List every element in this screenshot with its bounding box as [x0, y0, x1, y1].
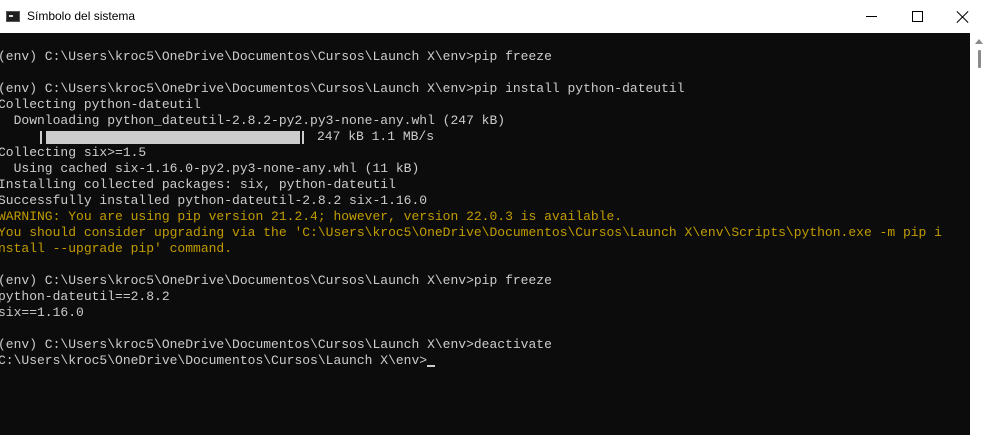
- console-line: Successfully installed python-dateutil-2…: [0, 193, 428, 208]
- console-line: (env) C:\Users\kroc5\OneDrive\Documentos…: [0, 81, 685, 96]
- console-line: Downloading python_dateutil-2.8.2-py2.py…: [0, 113, 506, 128]
- vertical-scrollbar[interactable]: [970, 33, 988, 435]
- minimize-button[interactable]: [848, 0, 894, 33]
- close-button[interactable]: [940, 0, 986, 33]
- console-line: python-dateutil==2.8.2: [0, 289, 170, 304]
- console-line: (env) C:\Users\kroc5\OneDrive\Documentos…: [0, 337, 552, 352]
- close-icon: [957, 11, 969, 23]
- command-prompt-window: Símbolo del sistema (env) C:\Users\kroc5…: [0, 0, 988, 435]
- minimize-icon: [865, 16, 877, 17]
- progress-text: 247 kB 1.1 MB/s: [317, 129, 435, 144]
- console-line: (env) C:\Users\kroc5\OneDrive\Documentos…: [0, 273, 552, 288]
- progress-bar-right-edge: [302, 131, 304, 144]
- scroll-up-arrow-icon[interactable]: [975, 39, 983, 44]
- console-app-icon: [6, 11, 20, 22]
- progress-bar-fill: [46, 131, 300, 144]
- prompt-text: C:\Users\kroc5\OneDrive\Documentos\Curso…: [0, 353, 428, 368]
- title-bar[interactable]: Símbolo del sistema: [0, 0, 988, 33]
- progress-bar-left-edge: [40, 131, 42, 144]
- download-progress-bar: 247 kB 1.1 MB/s: [0, 129, 434, 145]
- console-line: Collecting six>=1.5: [0, 145, 147, 160]
- maximize-button[interactable]: [894, 0, 940, 33]
- console-line: Installing collected packages: six, pyth…: [0, 177, 396, 192]
- console-output[interactable]: (env) C:\Users\kroc5\OneDrive\Documentos…: [0, 33, 970, 435]
- warning-line: You should consider upgrading via the 'C…: [0, 225, 942, 240]
- window-title: Símbolo del sistema: [27, 9, 136, 23]
- maximize-icon: [911, 11, 923, 22]
- console-line: (env) C:\Users\kroc5\OneDrive\Documentos…: [0, 49, 552, 64]
- prompt-line[interactable]: C:\Users\kroc5\OneDrive\Documentos\Curso…: [0, 353, 436, 369]
- console-line: six==1.16.0: [0, 305, 84, 320]
- console-line: Collecting python-dateutil: [0, 97, 201, 112]
- text-cursor: [427, 365, 436, 367]
- warning-line: nstall --upgrade pip' command.: [0, 241, 233, 256]
- scrollbar-thumb[interactable]: [978, 50, 981, 68]
- console-line: Using cached six-1.16.0-py2.py3-none-any…: [0, 161, 420, 176]
- warning-line: WARNING: You are using pip version 21.2.…: [0, 209, 623, 224]
